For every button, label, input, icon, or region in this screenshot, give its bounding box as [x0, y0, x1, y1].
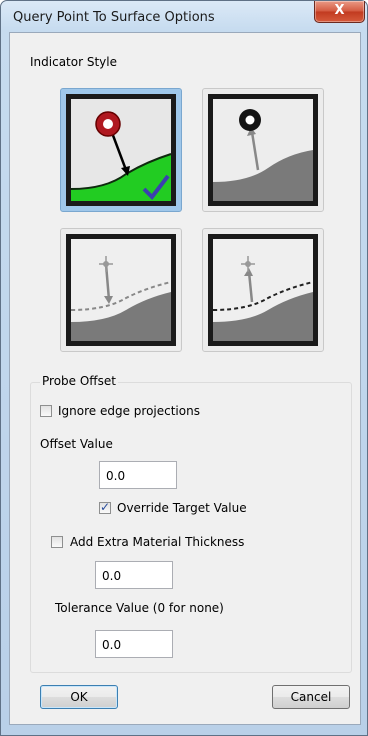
probe-offset-group — [30, 382, 352, 673]
close-icon: X — [334, 3, 345, 18]
probe-arrow-gray-icon — [208, 94, 318, 206]
close-button[interactable]: X — [314, 1, 365, 23]
ok-button[interactable]: OK — [40, 685, 118, 709]
probe-arrow-dashed-down-icon — [66, 234, 176, 346]
indicator-style-option-2[interactable] — [202, 88, 324, 212]
ignore-edge-checkbox[interactable] — [40, 405, 52, 417]
indicator-style-option-1[interactable] — [60, 88, 182, 212]
override-target-label: Override Target Value — [117, 501, 247, 515]
probe-offset-legend: Probe Offset — [40, 374, 118, 388]
tolerance-field[interactable]: 0.0 — [95, 630, 173, 658]
ignore-edge-label: Ignore edge projections — [58, 404, 200, 418]
dialog-window: Query Point To Surface Options X Indicat… — [0, 0, 368, 736]
extra-thickness-label: Add Extra Material Thickness — [70, 535, 245, 549]
window-title: Query Point To Surface Options — [13, 10, 215, 25]
extra-thickness-field[interactable]: 0.0 — [95, 561, 173, 589]
probe-arrow-dashed-up-icon — [208, 234, 318, 346]
indicator-style-option-3[interactable] — [60, 228, 182, 352]
indicator-style-option-4[interactable] — [202, 228, 324, 352]
offset-value-label: Offset Value — [40, 437, 113, 451]
dialog-client: Indicator Style Probe Offset Ignore edge… — [9, 32, 361, 725]
extra-thickness-checkbox[interactable] — [51, 536, 63, 548]
indicator-style-label: Indicator Style — [30, 55, 117, 69]
override-target-checkbox[interactable] — [99, 500, 111, 514]
cancel-button[interactable]: Cancel — [272, 685, 350, 709]
probe-arrow-green-icon — [66, 94, 176, 206]
offset-value-field[interactable]: 0.0 — [99, 461, 177, 489]
tolerance-label: Tolerance Value (0 for none) — [55, 601, 224, 615]
title-bar: Query Point To Surface Options X — [1, 1, 367, 35]
